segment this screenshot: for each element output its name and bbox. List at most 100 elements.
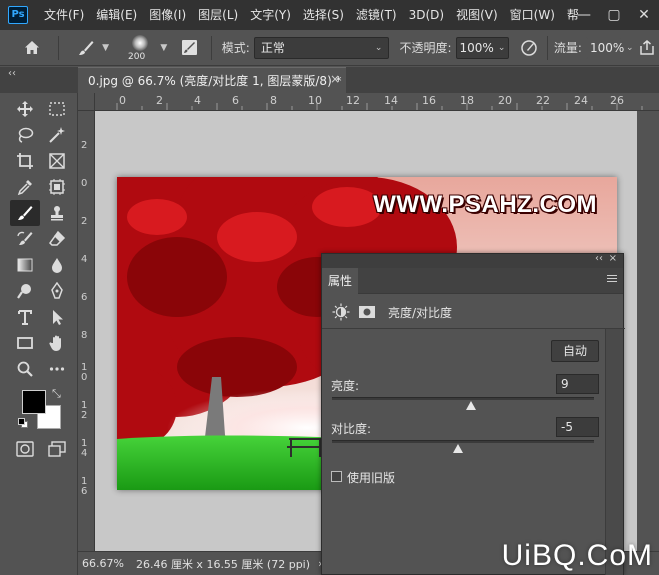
- layer-mask-icon[interactable]: [356, 302, 378, 322]
- pasteboard-edge: [637, 111, 659, 551]
- lasso-tool-icon[interactable]: [12, 123, 38, 147]
- share-icon[interactable]: [636, 36, 659, 60]
- minimize-button[interactable]: —: [569, 0, 599, 30]
- collapse-toolbar-icon[interactable]: ‹‹: [8, 68, 16, 79]
- ruler-tick-label: 14: [384, 94, 398, 107]
- stamp-tool-icon[interactable]: [44, 201, 70, 225]
- brightness-slider[interactable]: [332, 397, 594, 400]
- menu-window[interactable]: 窗口(W): [504, 0, 561, 30]
- ruler-tick-label: 4: [81, 254, 88, 265]
- ruler-tick-label: 2: [156, 94, 163, 107]
- menu-edit[interactable]: 编辑(E): [90, 0, 143, 30]
- horizontal-ruler[interactable]: 0 2 4 6 8 10 12 14 16 18 20 22 24 26: [95, 93, 659, 111]
- blend-mode-select[interactable]: 正常 ⌄: [253, 36, 390, 59]
- use-legacy-checkbox[interactable]: [331, 471, 342, 482]
- tab-properties[interactable]: 属性: [322, 268, 358, 294]
- menu-type[interactable]: 文字(Y): [244, 0, 297, 30]
- ruler-tick-label: 24: [574, 94, 588, 107]
- menu-file[interactable]: 文件(F): [38, 0, 90, 30]
- soft-brush-tip-icon: [132, 34, 148, 51]
- rectangle-tool-icon[interactable]: [12, 331, 38, 355]
- use-legacy-label: 使用旧版: [347, 471, 396, 485]
- default-colors-icon[interactable]: [18, 418, 28, 428]
- ruler-origin[interactable]: [78, 93, 95, 111]
- brightness-slider-thumb[interactable]: [465, 401, 476, 410]
- ruler-tick-label: 0: [81, 178, 88, 189]
- ruler-tick-label: 1 4: [81, 438, 88, 459]
- ruler-tick-label: 18: [460, 94, 474, 107]
- close-window-button[interactable]: ✕: [629, 0, 659, 30]
- crop-tool-icon[interactable]: [12, 149, 38, 173]
- ruler-tick-label: 4: [194, 94, 201, 107]
- object-select-tool-icon[interactable]: [44, 175, 70, 199]
- history-brush-tool-icon[interactable]: [12, 227, 38, 251]
- chevron-down-icon[interactable]: ▼: [160, 43, 167, 53]
- adjustment-title: 亮度/对比度: [388, 305, 453, 320]
- brightness-input[interactable]: 9: [556, 374, 599, 394]
- close-panel-icon[interactable]: ×: [609, 253, 617, 264]
- type-tool-icon[interactable]: [12, 305, 38, 329]
- eyedropper-tool-icon[interactable]: [12, 175, 38, 199]
- collapse-panel-icon[interactable]: ‹‹: [595, 253, 603, 264]
- frame-tool-icon[interactable]: [44, 149, 70, 173]
- tools-panel: ⤡: [0, 93, 78, 575]
- magic-wand-tool-icon[interactable]: [44, 123, 70, 147]
- gradient-tool-icon[interactable]: [12, 253, 38, 277]
- contrast-input[interactable]: -5: [556, 417, 599, 437]
- chevron-down-icon: ⌄: [497, 42, 506, 53]
- panel-menu-icon[interactable]: [607, 275, 617, 284]
- brush-preset-icon[interactable]: [75, 36, 99, 60]
- auto-button[interactable]: 自动: [551, 340, 599, 362]
- chevron-down-icon[interactable]: ▼: [102, 43, 109, 53]
- hand-tool-icon[interactable]: [44, 331, 70, 355]
- more-tools-icon[interactable]: [44, 357, 70, 381]
- blur-tool-icon[interactable]: [44, 253, 70, 277]
- site-watermark: UiBQ.CoM: [501, 539, 653, 572]
- opacity-value: 100%: [459, 40, 494, 55]
- vertical-ruler[interactable]: 2 0 2 4 6 8 1 0 1 2 1 4 1 6: [78, 111, 95, 551]
- panel-header-strip: ‹‹ ×: [322, 253, 623, 268]
- menu-view[interactable]: 视图(V): [450, 0, 504, 30]
- brush-tool-icon[interactable]: [10, 200, 40, 226]
- ruler-tick-label: 10: [308, 94, 322, 107]
- separator: [546, 35, 548, 60]
- path-select-tool-icon[interactable]: [44, 305, 70, 329]
- opacity-label: 不透明度:: [399, 41, 452, 55]
- zoom-level[interactable]: 66.67%: [82, 557, 124, 570]
- chevron-down-icon[interactable]: ⌄: [626, 43, 634, 53]
- properties-panel: ‹‹ × 属性 亮度/对比度 自动 亮度: 9 对比度: -5 使用旧版: [321, 253, 625, 575]
- menu-3d[interactable]: 3D(D): [403, 0, 450, 30]
- zoom-tool-icon[interactable]: [12, 357, 38, 381]
- brush-size-value: 200: [128, 51, 146, 62]
- ruler-tick-label: 2: [81, 140, 88, 151]
- opacity-field[interactable]: 100% ⌄: [455, 36, 510, 59]
- quick-mask-icon[interactable]: [12, 437, 38, 461]
- chevron-down-icon: ⌄: [374, 42, 383, 53]
- dodge-tool-icon[interactable]: [12, 279, 38, 303]
- brightness-label: 亮度:: [331, 379, 360, 393]
- menu-filter[interactable]: 滤镜(T): [350, 0, 403, 30]
- brush-settings-icon[interactable]: [177, 36, 201, 60]
- marquee-tool-icon[interactable]: [44, 97, 70, 121]
- flow-field[interactable]: 100%: [585, 36, 624, 59]
- menu-select[interactable]: 选择(S): [297, 0, 350, 30]
- menu-image[interactable]: 图像(I): [143, 0, 192, 30]
- screen-mode-icon[interactable]: [44, 437, 70, 461]
- eraser-tool-icon[interactable]: [44, 227, 70, 251]
- pen-tool-icon[interactable]: [44, 279, 70, 303]
- close-tab-icon[interactable]: ×: [330, 72, 340, 86]
- image-watermark-text: WWW.PSAHZ.COM: [373, 191, 597, 218]
- foreground-color-swatch[interactable]: [22, 390, 46, 414]
- swap-colors-icon[interactable]: ⤡: [52, 387, 61, 401]
- menu-layer[interactable]: 图层(L): [192, 0, 244, 30]
- document-tab-title: 0.jpg @ 66.7% (亮度/对比度 1, 图层蒙版/8) *: [88, 74, 342, 88]
- document-tab[interactable]: 0.jpg @ 66.7% (亮度/对比度 1, 图层蒙版/8) * ×: [78, 67, 346, 93]
- contrast-slider-thumb[interactable]: [452, 444, 463, 453]
- move-tool-icon[interactable]: [12, 97, 38, 121]
- home-icon[interactable]: [20, 36, 44, 60]
- brush-size-picker[interactable]: 200: [123, 33, 156, 63]
- pressure-opacity-icon[interactable]: [517, 36, 541, 60]
- maximize-button[interactable]: ▢: [599, 0, 629, 30]
- contrast-slider[interactable]: [332, 440, 594, 443]
- document-info: 26.46 厘米 x 16.55 厘米 (72 ppi): [135, 557, 311, 571]
